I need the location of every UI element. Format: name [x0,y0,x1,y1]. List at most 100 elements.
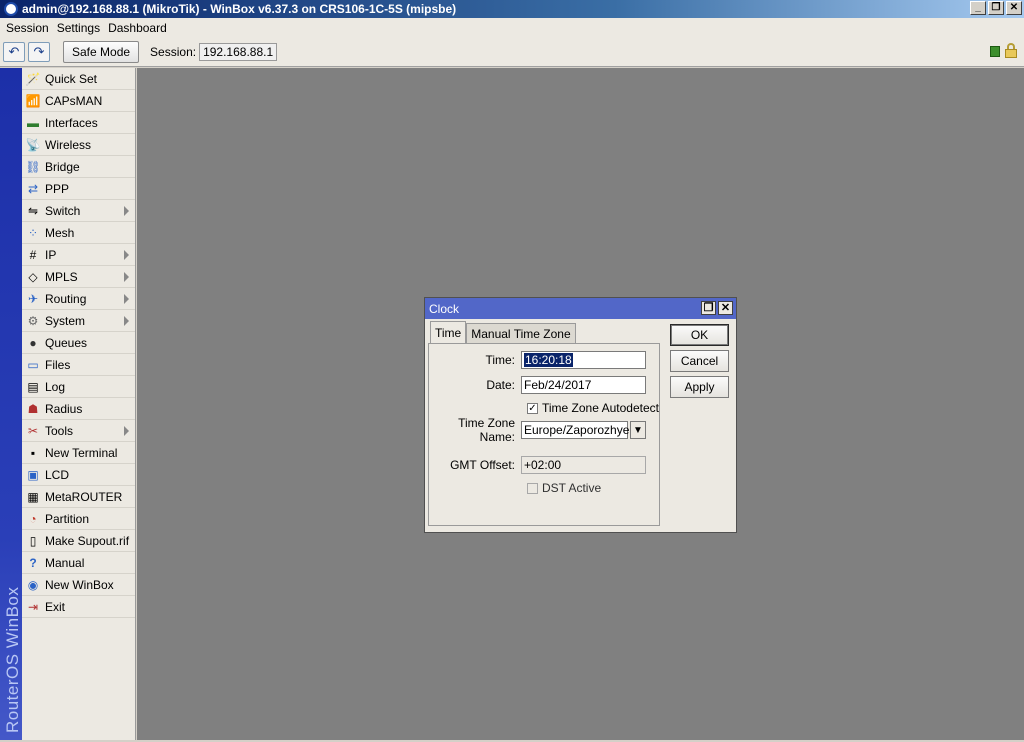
sidebar-item-label: Quick Set [45,71,98,86]
clock-dialog-title: Clock [429,301,460,316]
submenu-arrow-icon [124,250,129,260]
ok-button[interactable]: OK [670,324,729,346]
help-icon: ? [29,555,37,570]
sidebar-item-system[interactable]: ⚙ System [22,310,135,332]
interfaces-icon: ▬ [27,115,39,130]
sidebar-item-label: Log [45,379,66,394]
sidebar-item-label: IP [45,247,57,262]
sidebar-item-label: LCD [45,467,70,482]
quick-set-icon: 🪄 [25,71,41,86]
time-zone-name-label: Time Zone Name: [458,416,515,444]
time-input[interactable]: 16:20:18 [521,351,646,369]
time-tab-panel: Time: 16:20:18 Date: Feb/24/2017 ✓ Time … [428,343,660,526]
sidebar-item-make-supout[interactable]: ▯ Make Supout.rif [22,530,135,552]
menu-settings[interactable]: Settings [53,21,104,35]
close-button[interactable]: ✕ [1006,1,1022,15]
radius-icon: ☗ [27,401,39,416]
sidebar-item-label: Tools [45,423,74,438]
sidebar-item-label: PPP [45,181,70,196]
safe-mode-button[interactable]: Safe Mode [63,41,140,63]
sidebar-item-switch[interactable]: ⇋ Switch [22,200,135,222]
sidebar-item-label: MPLS [45,269,78,284]
tools-icon: ✂ [27,423,39,438]
mpls-icon: ◇ [28,269,38,284]
sidebar-item-ip[interactable]: # IP [22,244,135,266]
sidebar-item-partition[interactable]: ◔ Partition [22,508,135,530]
queues-icon: ● [29,335,37,350]
sidebar-item-tools[interactable]: ✂ Tools [22,420,135,442]
sidebar-item-label: Wireless [45,137,92,152]
connection-status-icon [990,46,1000,57]
bridge-icon: ⛓ [25,159,41,174]
sidebar-item-label: Partition [45,511,90,526]
winbox-icon: ◉ [27,577,39,592]
sidebar-item-quick-set[interactable]: 🪄 Quick Set [22,68,135,90]
minimize-button[interactable]: _ [970,1,986,15]
wireless-icon: 📡 [25,137,41,152]
time-zone-name-select[interactable]: Europe/Zaporozhye [521,421,629,439]
sidebar-item-ppp[interactable]: ⇄ PPP [22,178,135,200]
capsman-icon: 📶 [25,93,41,108]
menu-session[interactable]: Session [2,21,53,35]
partition-pie-icon: ◔ [29,511,37,526]
dropdown-arrow-icon[interactable]: ▼ [630,421,646,439]
sidebar-item-capsman[interactable]: 📶 CAPsMAN [22,90,135,112]
sidebar-item-label: Switch [45,203,81,218]
sidebar-item-mesh[interactable]: ⁘ Mesh [22,222,135,244]
files-folder-icon: ▭ [27,357,39,372]
session-label: Session: [150,45,197,59]
undo-button[interactable]: ↶ [3,42,25,62]
sidebar-item-label: CAPsMAN [45,93,103,108]
clock-dialog: Clock ❐ ✕ Time Manual Time Zone Time: 16… [424,297,737,533]
sidebar-item-manual[interactable]: ? Manual [22,552,135,574]
cancel-button[interactable]: Cancel [670,350,729,372]
lcd-icon: ▣ [27,467,39,482]
sidebar-item-label: Routing [45,291,87,306]
sidebar-item-interfaces[interactable]: ▬ Interfaces [22,112,135,134]
sidebar-item-mpls[interactable]: ◇ MPLS [22,266,135,288]
sidebar-item-log[interactable]: ▤ Log [22,376,135,398]
system-gear-icon: ⚙ [27,313,39,328]
restore-button[interactable]: ❐ [988,1,1004,15]
submenu-arrow-icon [124,206,129,216]
session-value: 192.168.88.1 [199,43,278,61]
sidebar-item-new-terminal[interactable]: ▪ New Terminal [22,442,135,464]
apply-button[interactable]: Apply [670,376,729,398]
submenu-arrow-icon [124,316,129,326]
brand-text: RouterOS WinBox [3,586,22,733]
time-zone-autodetect-checkbox[interactable]: ✓ [527,402,538,414]
sidebar-item-label: Queues [45,335,88,350]
log-icon: ▤ [27,379,39,394]
gmt-offset-label: GMT Offset: [450,458,515,472]
sidebar-item-label: MetaROUTER [45,489,123,504]
sidebar-item-label: Files [45,357,71,372]
date-input[interactable]: Feb/24/2017 [521,376,646,394]
menu-dashboard[interactable]: Dashboard [104,21,171,35]
dialog-restore-button[interactable]: ❐ [701,301,716,315]
brand-strip: RouterOS WinBox [0,68,22,740]
sidebar-item-radius[interactable]: ☗ Radius [22,398,135,420]
dialog-close-button[interactable]: ✕ [718,301,733,315]
tab-time[interactable]: Time [430,321,467,343]
sidebar-item-files[interactable]: ▭ Files [22,354,135,376]
sidebar-item-label: Mesh [45,225,75,240]
sidebar-item-bridge[interactable]: ⛓ Bridge [22,156,135,178]
redo-button[interactable]: ↷ [28,42,50,62]
sidebar-item-queues[interactable]: ● Queues [22,332,135,354]
document-icon: ▯ [29,533,37,548]
toolbar: ↶ ↷ Safe Mode Session: 192.168.88.1 [0,38,1024,67]
sidebar-item-label: New Terminal [45,445,118,460]
sidebar-item-new-winbox[interactable]: ◉ New WinBox [22,574,135,596]
sidebar-item-label: Bridge [45,159,80,174]
sidebar-item-routing[interactable]: ✈ Routing [22,288,135,310]
clock-dialog-title-bar[interactable]: Clock ❐ ✕ [425,298,736,319]
sidebar-item-metarouter[interactable]: ▦ MetaROUTER [22,486,135,508]
sidebar-item-wireless[interactable]: 📡 Wireless [22,134,135,156]
sidebar-item-exit[interactable]: ⇥ Exit [22,596,135,618]
metarouter-icon: ▦ [27,489,39,504]
sidebar-item-label: Make Supout.rif [45,533,130,548]
tab-manual-time-zone[interactable]: Manual Time Zone [466,323,576,343]
sidebar-item-lcd[interactable]: ▣ LCD [22,464,135,486]
time-label: Time: [485,353,515,367]
sidebar-menu: 🪄 Quick Set 📶 CAPsMAN ▬ Interfaces 📡 Wireles… [22,68,136,740]
